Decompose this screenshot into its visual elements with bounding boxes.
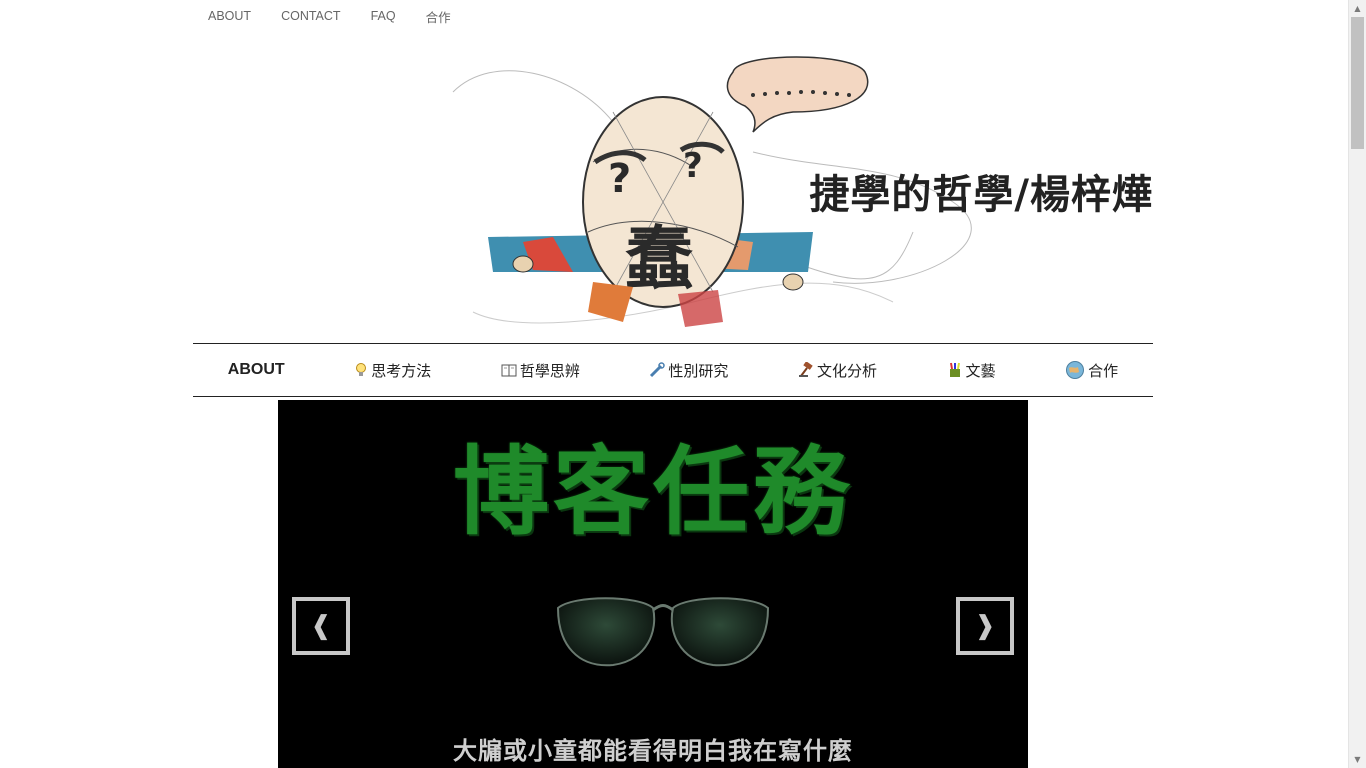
scroll-up-icon[interactable]: ▲ [1349,0,1366,17]
book-icon [501,364,517,377]
svg-text:?: ? [608,156,631,202]
svg-text:?: ? [683,146,703,186]
globe-icon [1066,361,1085,379]
page: ABOUT CONTACT FAQ 合作 ? ? 蠢 捷學的哲學/楊梓燁 ABO… [0,0,1349,768]
wrench-icon [650,362,666,378]
main-nav-about-label: ABOUT [227,361,285,378]
lightbulb-icon [356,363,367,376]
sunglasses-image [556,597,770,667]
slider-next-button[interactable]: ❱ [956,597,1014,655]
main-nav-thinking-methods-label: 思考方法 [371,361,432,380]
main-nav: ABOUT 思考方法 哲學思辨 性別研究 文化分析 文藝 合作 [193,343,1153,397]
slide-caption: 大牖或小童都能看得明白我在寫什麼 [453,737,853,765]
top-nav-about-link[interactable]: ABOUT [193,9,266,23]
logo-glyph: 蠢 [625,220,693,299]
top-nav-cooperation-link[interactable]: 合作 [411,7,466,26]
scroll-down-icon[interactable]: ▼ [1349,751,1366,768]
main-nav-cultural-analysis-label: 文化分析 [816,361,877,380]
main-nav-philosophy-label: 哲學思辨 [519,361,580,380]
main-nav-gender-studies[interactable]: 性別研究 [649,360,728,381]
top-nav: ABOUT CONTACT FAQ 合作 [193,0,466,32]
top-nav-faq-link[interactable]: FAQ [356,9,411,23]
main-nav-about[interactable]: ABOUT [228,361,285,379]
featured-slider[interactable]: 博客任務 大牖或小童都能看得明白我在寫什麼 ❰ ❱ [278,400,1028,768]
site-header: ? ? 蠢 捷學的哲學/楊梓燁 [193,32,1153,343]
chevron-left-icon: ❰ [310,611,332,641]
top-nav-contact-link[interactable]: CONTACT [266,9,356,23]
main-nav-literature-arts[interactable]: 文藝 [947,360,996,381]
art-supplies-icon [949,362,960,377]
main-nav-philosophy[interactable]: 哲學思辨 [501,360,580,381]
vertical-scrollbar[interactable]: ▲ ▼ [1348,0,1366,768]
main-nav-gender-studies-label: 性別研究 [668,361,729,380]
gavel-icon [798,362,813,377]
chevron-right-icon: ❱ [974,611,996,641]
scrollbar-thumb[interactable] [1351,17,1364,149]
slide-title: 博客任務 [453,436,853,548]
main-nav-cooperation-label: 合作 [1088,361,1119,380]
main-nav-cooperation[interactable]: 合作 [1065,360,1118,381]
main-nav-literature-arts-label: 文藝 [965,361,996,380]
main-nav-thinking-methods[interactable]: 思考方法 [354,360,431,381]
site-title[interactable]: 捷學的哲學/楊梓燁 [809,162,1153,220]
main-nav-cultural-analysis[interactable]: 文化分析 [798,360,877,381]
slider-prev-button[interactable]: ❰ [292,597,350,655]
